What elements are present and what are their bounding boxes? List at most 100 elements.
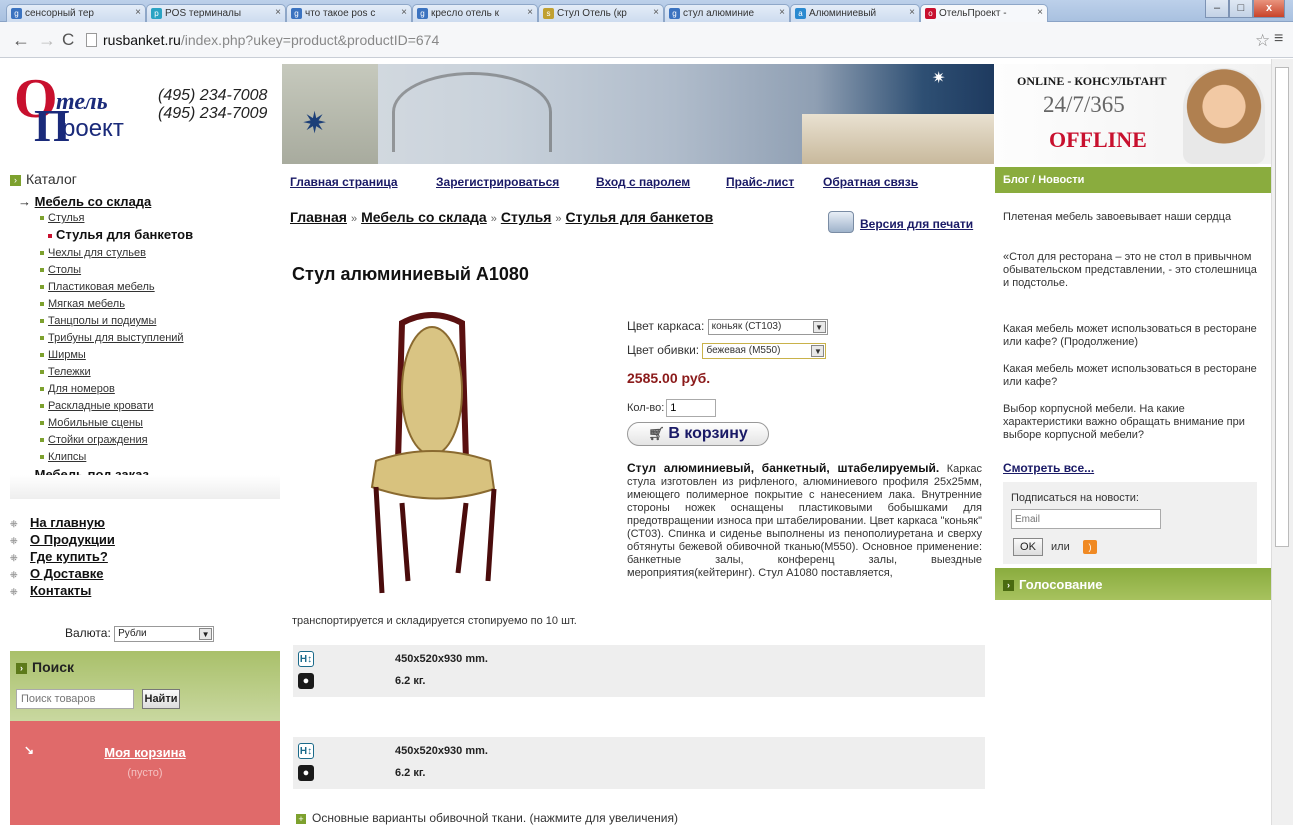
banner-left-panel	[282, 64, 378, 164]
browser-tab-active[interactable]: o ОтельПроект - ×	[920, 4, 1048, 23]
browser-tab[interactable]: g что такое pos с ×	[286, 4, 412, 22]
breadcrumb: Главная» Мебель со склада» Стулья» Стулья д…	[290, 209, 714, 225]
browser-tab[interactable]: s Стул Отель (кр ×	[538, 4, 664, 22]
star-icon[interactable]: ☆	[1255, 31, 1270, 51]
browser-tab[interactable]: g кресло отель к ×	[412, 4, 538, 22]
bullet-icon	[40, 370, 44, 375]
close-icon[interactable]: ×	[1037, 7, 1043, 18]
menu-link-pricelist[interactable]: Прайс-лист	[726, 175, 794, 189]
forward-icon[interactable]: →	[38, 30, 56, 51]
catalog-item[interactable]: Для номеров	[40, 383, 115, 395]
search-button[interactable]: Найти	[142, 689, 180, 709]
bullet-icon: ⁜	[10, 536, 18, 546]
upholstery-color-row: Цвет обивки: бежевая (М550) ▼	[627, 343, 827, 359]
menu-icon[interactable]: ≡	[1274, 30, 1283, 48]
height-icon: H↕	[298, 651, 314, 667]
menu-link-login[interactable]: Вход с паролем	[596, 175, 690, 189]
blog-post-link[interactable]: «Стол для ресторана – это не стол в прив…	[1003, 251, 1263, 290]
cart-title: Моя корзина	[104, 745, 186, 760]
catalog-header: › Каталог	[10, 171, 280, 191]
close-icon[interactable]: ×	[401, 7, 407, 18]
close-icon[interactable]: ×	[527, 7, 533, 18]
catalog-item-current[interactable]: Стулья для банкетов	[48, 227, 193, 242]
back-icon[interactable]: ←	[12, 30, 30, 51]
browser-tab[interactable]: a Алюминиевый ×	[790, 4, 920, 22]
close-icon[interactable]: ×	[653, 7, 659, 18]
side-link-home[interactable]: ⁜ На главную	[10, 515, 105, 530]
catalog-item[interactable]: Трибуны для выступлений	[40, 332, 184, 344]
subscribe-ok-button[interactable]: OK	[1013, 538, 1043, 556]
online-consultant[interactable]: ONLINE - КОНСУЛЬТАНТ 24/7/365 OFFLINE	[995, 64, 1271, 164]
upholstery-color-select[interactable]: бежевая (М550) ▼	[702, 343, 827, 359]
catalog-item[interactable]: → Мебель со склада	[18, 194, 151, 209]
tab-favicon-icon: a	[795, 8, 806, 19]
browser-tab[interactable]: g стул алюминие ×	[664, 4, 790, 22]
side-link-delivery[interactable]: ⁜ О Доставке	[10, 566, 103, 581]
catalog-item[interactable]: Стулья	[40, 212, 84, 224]
email-field[interactable]	[1011, 509, 1161, 529]
close-icon[interactable]: ×	[909, 7, 915, 18]
catalog-item[interactable]: Танцполы и подиумы	[40, 315, 156, 327]
weight-icon: ●	[298, 765, 314, 781]
scrollbar[interactable]	[1271, 59, 1293, 825]
cart-icon: 🛒︎	[648, 426, 669, 441]
bullet-icon	[40, 216, 44, 221]
spec-size-row: H↕ 450x520x930 mm.	[298, 651, 488, 667]
url-field[interactable]: rusbanket.ru/index.php?ukey=product&prod…	[103, 29, 1243, 51]
bullet-icon: ⁜	[10, 587, 18, 597]
bullet-icon: ⁜	[10, 519, 18, 529]
side-link-contacts[interactable]: ⁜ Контакты	[10, 583, 91, 598]
product-image[interactable]	[362, 311, 502, 601]
spec-block: H↕ 450x520x930 mm. ● 6.2 кг.	[293, 737, 985, 789]
catalog-item[interactable]: Тележки	[40, 366, 91, 378]
window-close-icon[interactable]: x	[1253, 0, 1285, 18]
quantity-input[interactable]	[666, 399, 717, 417]
frame-color-select[interactable]: коньяк (СТ103) ▼	[707, 319, 828, 335]
catalog-item[interactable]: Раскладные кровати	[40, 400, 153, 412]
blog-header: Блог / Новости	[995, 167, 1271, 193]
scrollbar-thumb[interactable]	[1275, 67, 1289, 547]
maximize-icon[interactable]: □	[1229, 0, 1253, 18]
browser-tab[interactable]: p POS терминалы ×	[146, 4, 286, 22]
fabric-variants-toggle[interactable]: + Основные варианты обивочной ткани. (наж…	[296, 811, 678, 825]
catalog-item[interactable]: Стойки ограждения	[40, 434, 148, 446]
blog-post-link[interactable]: Какая мебель может использоваться в рест…	[1003, 323, 1263, 349]
catalog-item[interactable]: Ширмы	[40, 349, 86, 361]
side-link-products[interactable]: ⁜ О Продукции	[10, 532, 115, 547]
chevron-down-icon: ▼	[199, 628, 213, 640]
blog-post-link[interactable]: Плетеная мебель завоевывает наши сердца	[1003, 211, 1263, 224]
menu-link-home[interactable]: Главная страница	[290, 175, 398, 189]
close-icon[interactable]: ×	[779, 7, 785, 18]
bullet-icon	[40, 319, 44, 324]
menu-link-feedback[interactable]: Обратная связь	[823, 175, 918, 189]
menu-link-register[interactable]: Зарегистрироваться	[436, 175, 559, 189]
browser-tab[interactable]: g сенсорный тер ×	[6, 4, 146, 22]
blog-post-link[interactable]: Выбор корпусной мебели. На какие характе…	[1003, 403, 1263, 442]
blog-post-link[interactable]: Какая мебель может использоваться в рест…	[1003, 363, 1263, 389]
catalog-item[interactable]: Мобильные сцены	[40, 417, 143, 429]
catalog-item[interactable]: Чехлы для стульев	[40, 247, 146, 259]
catalog-item[interactable]: Столы	[40, 264, 81, 276]
bullet-icon	[40, 455, 44, 460]
product-description-tail: транспортируется и складируется стопируе…	[292, 615, 577, 627]
tab-favicon-icon: p	[151, 8, 162, 19]
currency-select[interactable]: Рубли ▼	[114, 626, 215, 642]
add-to-cart-button[interactable]: 🛒︎ В корзину	[627, 422, 769, 446]
catalog-item[interactable]: Пластиковая мебель	[40, 281, 155, 293]
search-input[interactable]	[16, 689, 134, 709]
side-link-where-to-buy[interactable]: ⁜ Где купить?	[10, 549, 108, 564]
catalog-footer	[10, 475, 280, 499]
spec-size-row: H↕ 450x520x930 mm.	[298, 743, 488, 759]
minimize-icon[interactable]: –	[1205, 0, 1229, 18]
catalog-item[interactable]: Мягкая мебель	[40, 298, 125, 310]
quantity-row: Кол-во:	[627, 399, 717, 417]
reload-icon[interactable]: C	[62, 30, 74, 50]
catalog-item[interactable]: Клипсы	[40, 451, 86, 463]
close-icon[interactable]: ×	[135, 7, 141, 18]
print-version[interactable]: Версия для печати	[828, 207, 988, 237]
close-icon[interactable]: ×	[275, 7, 281, 18]
banner-ornament	[392, 72, 552, 152]
address-bar: ← → C rusbanket.ru/index.php?ukey=produc…	[0, 22, 1293, 58]
product-price: 2585.00 руб.	[627, 370, 711, 386]
rss-icon[interactable]: )	[1083, 540, 1097, 554]
